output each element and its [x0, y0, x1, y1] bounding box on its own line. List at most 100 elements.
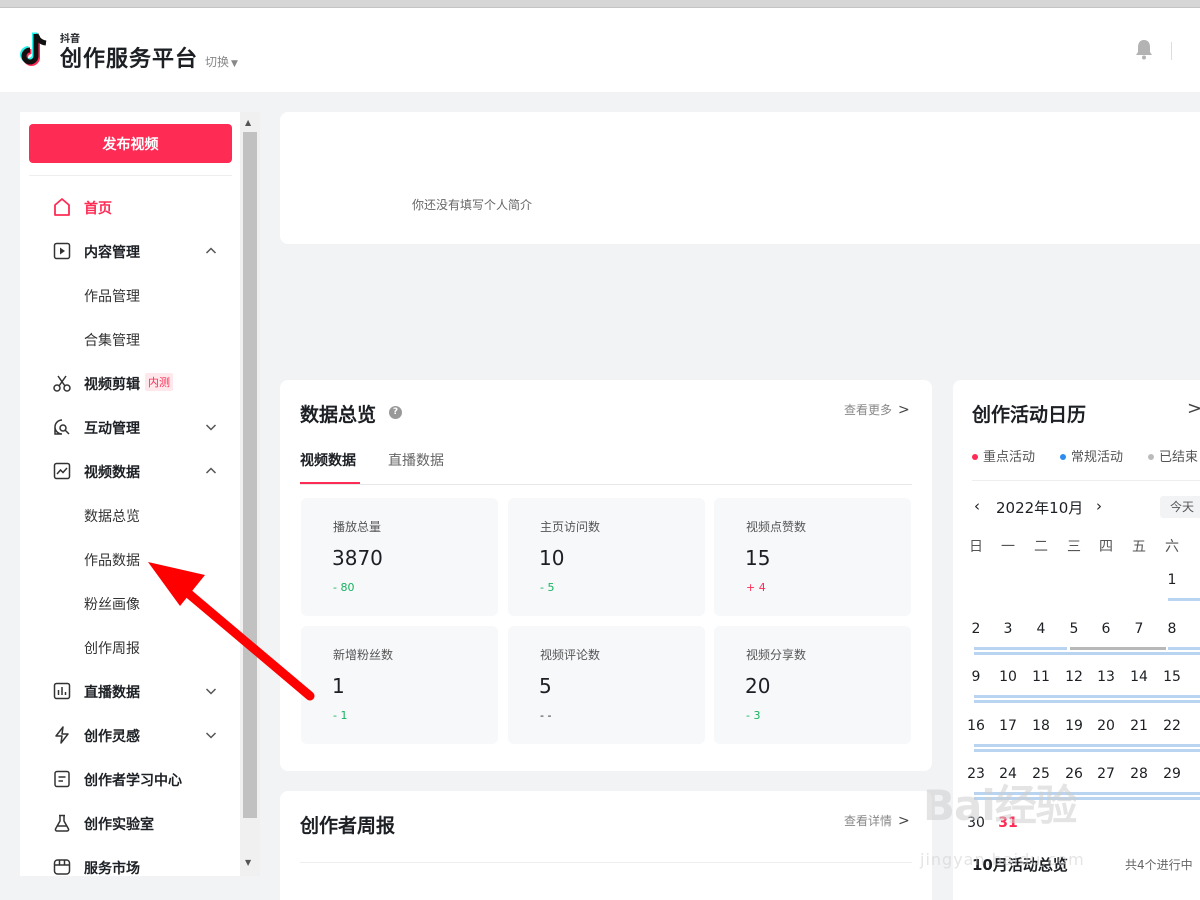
top-header: 抖音 创作服务平台 切换 ▼	[0, 8, 1200, 92]
sidebar-item-works-management[interactable]: 作品管理	[20, 277, 240, 313]
baidu-jingyan-watermark: Bai经验 jingyan.baidu.com	[918, 772, 1148, 872]
calendar-event-bar[interactable]	[1168, 598, 1200, 601]
stat-card-video-likes[interactable]: 视频点赞数 15 + 4	[714, 498, 911, 616]
sidebar-item-service-market[interactable]: 服务市场	[20, 849, 240, 876]
stat-label: 视频分享数	[746, 648, 807, 662]
calendar-day[interactable]: 29	[1160, 766, 1184, 782]
calendar-day[interactable]: 22	[1160, 718, 1184, 734]
calendar-day[interactable]: 19	[1062, 718, 1086, 734]
scroll-up-arrow-icon[interactable]: ▲	[245, 118, 251, 127]
calendar-day[interactable]: 3	[996, 621, 1020, 637]
tab-live-data[interactable]: 直播数据	[388, 450, 444, 470]
douyin-logo-icon[interactable]	[20, 30, 54, 70]
document-icon	[54, 770, 70, 788]
calendar-day[interactable]: 10	[996, 669, 1020, 685]
sidebar-item-interaction-management[interactable]: 互动管理	[20, 409, 240, 445]
today-button[interactable]: 今天	[1160, 496, 1200, 518]
calendar-day[interactable]: 9	[964, 669, 988, 685]
weekday-label: 四	[1099, 539, 1113, 555]
stat-card-total-plays[interactable]: 播放总量 3870 - 80	[301, 498, 498, 616]
legend-dot	[1060, 453, 1066, 460]
tab-video-data[interactable]: 视频数据	[300, 450, 356, 470]
weekday-label: 日	[969, 539, 983, 555]
stat-card-profile-visits[interactable]: 主页访问数 10 - 5	[508, 498, 705, 616]
legend-key-activity: 重点活动	[972, 446, 1035, 465]
scrollbar-thumb[interactable]	[243, 132, 257, 818]
calendar-day[interactable]: 5	[1062, 621, 1086, 637]
calendar-event-bar[interactable]	[1070, 646, 1166, 650]
calendar-day[interactable]: 4	[1029, 621, 1053, 637]
calendar-day[interactable]: 15	[1160, 669, 1184, 685]
next-month-icon[interactable]: ›	[1096, 497, 1102, 515]
window-top-strip	[0, 0, 1200, 8]
brand-title[interactable]: 创作服务平台	[60, 41, 198, 73]
sidebar-item-collection-management[interactable]: 合集管理	[20, 321, 240, 357]
legend-label: 已结束	[1159, 450, 1199, 465]
sidebar-item-label: 视频剪辑	[84, 377, 140, 393]
sidebar-item-data-overview[interactable]: 数据总览	[20, 497, 240, 533]
publish-video-button[interactable]: 发布视频	[29, 124, 232, 163]
calendar-day[interactable]: 2	[964, 621, 988, 637]
sidebar-item-video-editing[interactable]: 视频剪辑 内测	[20, 365, 240, 401]
sidebar-item-home[interactable]: 首页	[20, 189, 240, 225]
watermark-main: Bai经验	[923, 781, 1078, 830]
calendar-day[interactable]: 14	[1127, 669, 1151, 685]
calendar-event-bar[interactable]	[1168, 646, 1200, 650]
chevron-down-icon	[205, 732, 217, 739]
calendar-day[interactable]: 13	[1094, 669, 1118, 685]
sidebar-item-fan-portrait[interactable]: 粉丝画像	[20, 585, 240, 621]
tab-active-indicator	[300, 482, 360, 484]
sidebar-item-content-management[interactable]: 内容管理	[20, 233, 240, 269]
calendar-event-bar[interactable]	[974, 651, 1200, 655]
calendar-day[interactable]: 6	[1094, 621, 1118, 637]
sidebar-item-label: 合集管理	[84, 333, 140, 349]
profile-bio[interactable]: 你还没有填写个人简介	[412, 196, 532, 213]
calendar-event-bar[interactable]	[974, 700, 1200, 703]
scroll-down-arrow-icon[interactable]: ▼	[245, 858, 251, 867]
stat-card-new-fans[interactable]: 新增粉丝数 1 - 1	[301, 626, 498, 744]
help-icon[interactable]: ?	[389, 406, 402, 419]
sidebar-scrollbar[interactable]: ▲ ▼	[240, 112, 260, 876]
stat-card-video-shares[interactable]: 视频分享数 20 - 3	[714, 626, 911, 744]
calendar-day[interactable]: 18	[1029, 718, 1053, 734]
sidebar-item-label: 直播数据	[84, 685, 140, 701]
chevron-right-icon: >	[898, 813, 910, 829]
bell-icon[interactable]	[1134, 38, 1154, 60]
stat-label: 视频点赞数	[746, 520, 807, 534]
calendar-day[interactable]: 17	[996, 718, 1020, 734]
calendar-day[interactable]: 7	[1127, 621, 1151, 637]
calendar-day[interactable]: 11	[1029, 669, 1053, 685]
calendar-event-bar[interactable]	[974, 646, 1067, 650]
lightning-icon	[55, 726, 69, 744]
calendar-day[interactable]: 1	[1160, 572, 1184, 588]
weekday-label: 五	[1132, 539, 1146, 555]
calendar-day[interactable]: 21	[1127, 718, 1151, 734]
calendar-day[interactable]: 20	[1094, 718, 1118, 734]
sidebar-item-video-data[interactable]: 视频数据	[20, 453, 240, 489]
sidebar-item-inspiration[interactable]: 创作灵感	[20, 717, 240, 753]
sidebar-item-lab[interactable]: 创作实验室	[20, 805, 240, 841]
prev-month-icon[interactable]: ‹	[974, 497, 980, 515]
sidebar-item-learning-center[interactable]: 创作者学习中心	[20, 761, 240, 797]
chevron-up-icon	[205, 467, 217, 474]
weekly-divider	[300, 862, 912, 863]
calendar-event-bar[interactable]	[974, 743, 1200, 747]
stat-value: 3870	[332, 546, 383, 570]
view-details-link[interactable]: 查看详情 >	[844, 812, 910, 829]
sidebar-item-works-data[interactable]: 作品数据	[20, 541, 240, 577]
sidebar-item-label: 服务市场	[84, 861, 140, 876]
calendar-day[interactable]: 12	[1062, 669, 1086, 685]
calendar-event-bar[interactable]	[974, 748, 1200, 752]
sidebar-item-label: 作品管理	[84, 289, 140, 305]
stat-card-video-comments[interactable]: 视频评论数 5 - -	[508, 626, 705, 744]
stat-delta: - 3	[746, 709, 761, 722]
calendar-event-bar[interactable]	[974, 695, 1200, 698]
calendar-day[interactable]: 16	[964, 718, 988, 734]
view-more-link[interactable]: 查看更多 >	[844, 401, 910, 418]
sidebar-item-live-data[interactable]: 直播数据	[20, 673, 240, 709]
sidebar-item-weekly-report[interactable]: 创作周报	[20, 629, 240, 665]
store-icon	[53, 859, 71, 875]
chevron-right-icon[interactable]: >	[1187, 398, 1200, 419]
switch-dropdown[interactable]: 切换 ▼	[205, 53, 238, 70]
calendar-day[interactable]: 8	[1160, 621, 1184, 637]
